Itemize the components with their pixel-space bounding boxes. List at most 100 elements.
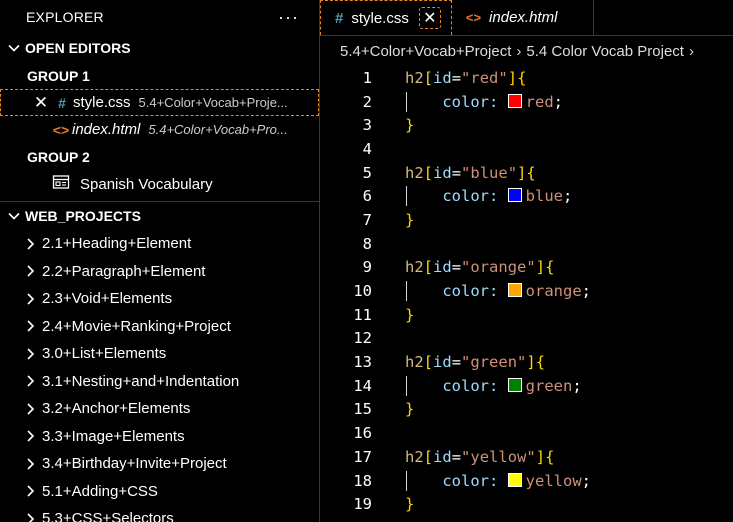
- folder-label: 3.2+Anchor+Elements: [42, 400, 191, 418]
- line-number: 6: [362, 187, 372, 206]
- folder-label: 3.4+Birthday+Invite+Project: [42, 455, 227, 473]
- css-property: color:: [442, 282, 499, 301]
- line-number: 19: [353, 495, 372, 514]
- color-swatch[interactable]: [507, 377, 522, 392]
- code-line: 19}: [320, 492, 733, 516]
- folder-item[interactable]: 3.3+Image+Elements: [0, 423, 319, 451]
- open-editors-header[interactable]: OPEN EDITORS: [0, 34, 319, 62]
- folder-item[interactable]: 5.3+CSS+Selectors: [0, 505, 319, 522]
- tab-index-html[interactable]: <> index.html: [452, 0, 595, 35]
- html-file-icon: <>: [52, 121, 70, 138]
- breadcrumb-item[interactable]: 5.4 Color Vocab Project: [526, 43, 684, 60]
- code-line: 1 h2[id="red"]{: [320, 66, 733, 90]
- css-property: color:: [442, 92, 499, 111]
- line-number: 12: [353, 329, 372, 348]
- tab-style-css[interactable]: # style.css ✕: [320, 0, 452, 35]
- line-content: h2[id="red"]{: [405, 69, 526, 87]
- line-number: 9: [362, 258, 372, 277]
- chevron-right-icon: [22, 373, 38, 389]
- code-line: 3}: [320, 113, 733, 137]
- code-line: 14 color: green;: [320, 374, 733, 398]
- operator: =: [451, 163, 462, 182]
- line-number: 17: [353, 447, 372, 466]
- line-number: 15: [353, 400, 372, 419]
- chevron-right-icon: [22, 346, 38, 362]
- more-actions-icon[interactable]: ···: [278, 7, 299, 28]
- css-selector: h2: [405, 68, 424, 87]
- brace: }: [405, 116, 415, 135]
- attribute-name: id: [433, 258, 452, 277]
- attribute-name: id: [433, 163, 452, 182]
- folder-label: 3.3+Image+Elements: [42, 427, 185, 445]
- color-swatch[interactable]: [507, 283, 522, 298]
- group-1-header: GROUP 1: [0, 62, 319, 89]
- folder-item[interactable]: 3.0+List+Elements: [0, 340, 319, 368]
- open-editor-spanish-vocabulary[interactable]: Spanish Vocabulary: [0, 170, 319, 198]
- color-swatch[interactable]: [507, 472, 522, 487]
- folder-label: 2.4+Movie+Ranking+Project: [42, 317, 231, 335]
- css-value: blue: [525, 187, 563, 206]
- preview-icon: [52, 174, 72, 194]
- code-line: 12: [320, 327, 733, 351]
- chevron-right-icon: [22, 483, 38, 499]
- folder-item[interactable]: 2.3+Void+Elements: [0, 285, 319, 313]
- folder-label: 3.1+Nesting+and+Indentation: [42, 372, 240, 390]
- code-line: 11}: [320, 303, 733, 327]
- code-line: 16: [320, 421, 733, 445]
- html-file-icon: <>: [465, 10, 482, 25]
- line-number: 2: [362, 92, 372, 111]
- brace: }: [405, 305, 415, 324]
- color-swatch[interactable]: [507, 188, 522, 203]
- folder-item[interactable]: 2.1+Heading+Element: [0, 230, 319, 258]
- semicolon: ;: [553, 92, 564, 111]
- string-quote: ": [507, 163, 518, 182]
- open-editor-filename: style.css: [73, 94, 131, 111]
- line-number: 7: [362, 210, 372, 229]
- folder-item[interactable]: 2.2+Paragraph+Element: [0, 258, 319, 286]
- operator: =: [451, 258, 462, 277]
- folder-item[interactable]: 3.2+Anchor+Elements: [0, 395, 319, 423]
- folder-label: 2.3+Void+Elements: [42, 290, 173, 308]
- color-swatch[interactable]: [507, 93, 522, 108]
- css-value: red: [525, 92, 554, 111]
- brace: {: [545, 258, 555, 277]
- css-property: color:: [442, 187, 499, 206]
- line-content: h2[id="orange"]{: [405, 258, 554, 276]
- code-line: 7}: [320, 208, 733, 232]
- css-value: yellow: [525, 471, 582, 490]
- css-selector: h2: [405, 353, 424, 372]
- group-1-label: GROUP 1: [27, 67, 90, 84]
- attribute-name: id: [433, 447, 452, 466]
- chevron-right-icon: [22, 401, 38, 417]
- close-icon[interactable]: ✕: [418, 7, 441, 29]
- string-quote: ": [461, 68, 471, 87]
- chevron-right-icon: ›: [516, 42, 522, 60]
- folder-label: 5.3+CSS+Selectors: [42, 510, 174, 522]
- folder-item[interactable]: 3.1+Nesting+and+Indentation: [0, 368, 319, 396]
- folder-item[interactable]: 3.4+Birthday+Invite+Project: [0, 450, 319, 478]
- code-line: 17 h2[id="yellow"]{: [320, 445, 733, 469]
- semicolon: ;: [581, 471, 592, 490]
- chevron-right-icon: [22, 291, 38, 307]
- chevron-right-icon: [22, 511, 38, 522]
- folder-item[interactable]: 2.4+Movie+Ranking+Project: [0, 313, 319, 341]
- css-selector: h2: [405, 163, 424, 182]
- open-editor-index-html[interactable]: <> index.html 5.4+Color+Vocab+Pro...: [0, 116, 319, 143]
- code-editor[interactable]: 1 h2[id="red"]{2 color: red; 3} 4 5 h2[id="bl…: [320, 66, 733, 516]
- line-number: 11: [353, 305, 372, 324]
- breadcrumb-item[interactable]: 5.4+Color+Vocab+Project: [340, 43, 511, 60]
- bracket: ]: [526, 353, 536, 372]
- web-projects-header[interactable]: WEB_PROJECTS: [0, 202, 319, 230]
- open-editor-style-css[interactable]: ✕ # style.css 5.4+Color+Vocab+Proje...: [0, 89, 319, 116]
- css-file-icon: #: [58, 94, 66, 111]
- bracket: [: [423, 447, 434, 466]
- code-line: 4: [320, 137, 733, 161]
- folder-label: 2.2+Paragraph+Element: [42, 262, 206, 280]
- chevron-right-icon: ›: [688, 42, 694, 60]
- attribute-value: yellow: [470, 447, 527, 466]
- attribute-value: orange: [470, 258, 527, 277]
- line-content: color: yellow;: [405, 472, 591, 490]
- close-icon[interactable]: ✕: [31, 93, 51, 113]
- line-number: 10: [353, 282, 372, 301]
- folder-item[interactable]: 5.1+Adding+CSS: [0, 478, 319, 506]
